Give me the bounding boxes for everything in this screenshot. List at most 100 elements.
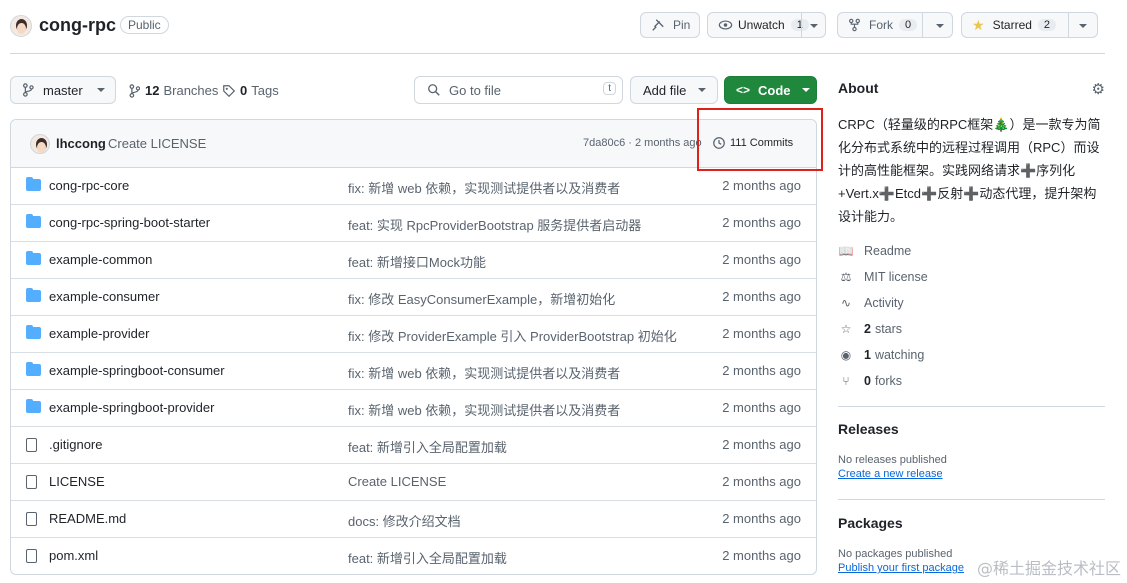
file-row[interactable]: README.md docs: 修改介绍文档 2 months ago	[11, 501, 816, 538]
file-name[interactable]: example-consumer	[49, 289, 160, 304]
file-commit-date: 2 months ago	[722, 215, 801, 230]
file-commit-message[interactable]: fix: 新增 web 依赖，实现测试提供者以及消费者	[348, 363, 620, 382]
commits-highlight-box	[697, 108, 823, 171]
eye-icon	[718, 20, 733, 30]
commit-author[interactable]: lhccong	[56, 136, 106, 151]
file-commit-message[interactable]: docs: 修改介绍文档	[348, 511, 461, 530]
add-file-button[interactable]: Add file	[630, 76, 718, 104]
file-commit-message[interactable]: fix: 新增 web 依赖，实现测试提供者以及消费者	[348, 400, 620, 419]
releases-heading[interactable]: Releases	[838, 421, 1105, 437]
forks-label: forks	[874, 374, 903, 388]
activity-link[interactable]: ∿ Activity	[838, 290, 1105, 316]
code-icon: <>	[736, 83, 751, 97]
file-name[interactable]: pom.xml	[49, 548, 98, 563]
code-label: Code	[758, 82, 791, 98]
watch-count: 1	[790, 19, 809, 31]
readme-link[interactable]: 📖 Readme	[838, 238, 1105, 264]
file-name[interactable]: example-provider	[49, 326, 149, 341]
add-file-label: Add file	[643, 82, 687, 98]
file-list: cong-rpc-core fix: 新增 web 依赖，实现测试提供者以及消费者…	[11, 168, 816, 574]
license-link[interactable]: ⚖ MIT license	[838, 264, 1105, 290]
stars-label: stars	[874, 322, 903, 336]
file-name[interactable]: example-common	[49, 252, 152, 267]
latest-commit-bar: lhccong Create LICENSE 7da80c6 · 2 month…	[11, 120, 816, 168]
file-commit-message[interactable]: feat: 新增引入全局配置加载	[348, 548, 507, 567]
folder-icon	[26, 251, 41, 265]
license-label: MIT license	[864, 270, 928, 284]
unwatch-button[interactable]: Unwatch 1	[707, 12, 826, 38]
file-name[interactable]: example-springboot-consumer	[49, 363, 225, 378]
file-commit-date: 2 months ago	[722, 289, 801, 304]
code-button[interactable]: <> Code	[724, 76, 817, 104]
file-name[interactable]: .gitignore	[49, 437, 102, 452]
forks-link[interactable]: ⑂ 0 forks	[838, 368, 1105, 394]
tags-label: Tags	[251, 83, 279, 98]
unwatch-label: Unwatch	[738, 18, 785, 32]
file-row[interactable]: cong-rpc-spring-boot-starter feat: 实现 Rpc…	[11, 205, 816, 242]
chevron-down-icon[interactable]	[1079, 24, 1087, 28]
packages-heading[interactable]: Packages	[838, 515, 1105, 531]
starred-button[interactable]: ★ Starred 2	[961, 12, 1098, 38]
stars-link[interactable]: ☆ 2 stars	[838, 316, 1105, 342]
file-commit-message[interactable]: fix: 修改 ProviderExample 引入 ProviderBoots…	[348, 326, 677, 345]
file-commit-message[interactable]: Create LICENSE	[348, 474, 446, 489]
file-commit-date: 2 months ago	[722, 178, 801, 193]
file-commit-message[interactable]: feat: 实现 RpcProviderBootstrap 服务提供者启动器	[348, 215, 641, 234]
file-name[interactable]: cong-rpc-spring-boot-starter	[49, 215, 210, 230]
pin-icon	[652, 19, 664, 31]
folder-icon	[26, 325, 41, 339]
pin-label: Pin	[673, 18, 691, 32]
file-row[interactable]: LICENSE Create LICENSE 2 months ago	[11, 464, 816, 501]
activity-label: Activity	[864, 296, 904, 310]
fork-button[interactable]: Fork 0	[837, 12, 953, 38]
commit-hash-time[interactable]: 7da80c6 · 2 months ago	[583, 137, 702, 149]
file-row[interactable]: .gitignore feat: 新增引入全局配置加载 2 months ago	[11, 427, 816, 464]
go-to-file-search[interactable]: Go to file t	[414, 76, 623, 104]
file-name[interactable]: cong-rpc-core	[49, 178, 129, 193]
file-row[interactable]: example-provider fix: 修改 ProviderExample …	[11, 316, 816, 353]
pin-button[interactable]: Pin	[640, 12, 700, 38]
file-icon	[26, 512, 37, 526]
file-name[interactable]: example-springboot-provider	[49, 400, 214, 415]
releases-empty-text: No releases published	[838, 454, 947, 466]
owner-avatar[interactable]	[10, 15, 32, 37]
file-icon	[26, 475, 37, 489]
file-row[interactable]: example-springboot-consumer fix: 新增 web 依…	[11, 353, 816, 390]
create-release-link[interactable]: Create a new release	[838, 468, 1105, 480]
search-shortcut-key: t	[603, 82, 616, 95]
commit-author-avatar[interactable]	[30, 134, 50, 154]
file-name[interactable]: LICENSE	[49, 474, 105, 489]
file-commit-message[interactable]: fix: 新增 web 依赖，实现测试提供者以及消费者	[348, 178, 620, 197]
file-commit-date: 2 months ago	[722, 511, 801, 526]
branch-selector[interactable]: master	[10, 76, 116, 104]
file-row[interactable]: example-consumer fix: 修改 EasyConsumerExam…	[11, 279, 816, 316]
fork-count: 0	[899, 19, 918, 31]
commit-message[interactable]: Create LICENSE	[108, 136, 206, 151]
tags-link[interactable]: 0 Tags	[222, 83, 279, 98]
file-commit-date: 2 months ago	[722, 437, 801, 452]
file-row[interactable]: example-springboot-provider fix: 新增 web 依…	[11, 390, 816, 427]
readme-label: Readme	[864, 244, 912, 258]
fork-icon	[849, 18, 860, 32]
file-commit-message[interactable]: feat: 新增引入全局配置加载	[348, 437, 507, 456]
repo-name[interactable]: cong-rpc	[39, 15, 116, 36]
sidebar-divider	[838, 406, 1105, 407]
chevron-down-icon[interactable]	[810, 24, 818, 28]
repo-header: cong-rpc Public Pin Unwatch 1 Fork 0 ★ S…	[10, 10, 1105, 54]
file-commit-message[interactable]: feat: 新增接口Mock功能	[348, 252, 486, 271]
chevron-down-icon[interactable]	[936, 24, 944, 28]
tags-count: 0	[240, 83, 248, 98]
file-browser: lhccong Create LICENSE 7da80c6 · 2 month…	[10, 119, 817, 575]
about-heading: About	[838, 80, 879, 96]
watching-link[interactable]: ◉ 1 watching	[838, 342, 1105, 368]
forks-count: 0	[864, 374, 871, 388]
chevron-down-icon	[96, 88, 105, 92]
file-row[interactable]: pom.xml feat: 新增引入全局配置加载 2 months ago	[11, 538, 816, 574]
file-commit-message[interactable]: fix: 修改 EasyConsumerExample，新增初始化	[348, 289, 615, 308]
gear-icon[interactable]: ⚙	[1092, 80, 1105, 98]
chevron-down-icon	[698, 88, 707, 92]
file-row[interactable]: example-common feat: 新增接口Mock功能 2 months a…	[11, 242, 816, 279]
branches-link[interactable]: 12 Branches	[129, 83, 218, 98]
file-name[interactable]: README.md	[49, 511, 126, 526]
file-row[interactable]: cong-rpc-core fix: 新增 web 依赖，实现测试提供者以及消费者…	[11, 168, 816, 205]
